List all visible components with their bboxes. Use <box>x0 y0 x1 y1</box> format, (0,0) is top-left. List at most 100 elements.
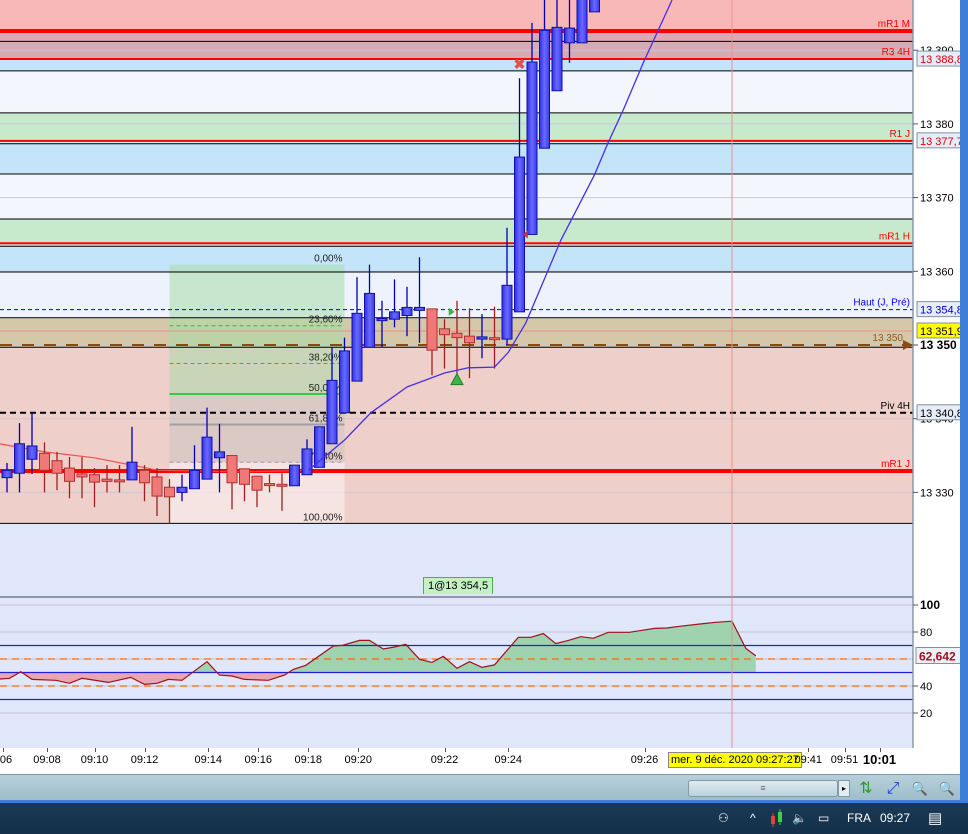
notifications-icon[interactable]: ▤ <box>928 809 942 827</box>
candle-body <box>26 445 38 460</box>
candle-body <box>389 311 400 320</box>
price-zone <box>0 112 913 143</box>
language-indicator[interactable]: FRA <box>847 811 871 825</box>
price-tick-label: 13 380 <box>920 119 954 131</box>
candle-body <box>201 436 213 480</box>
price-zone <box>0 174 913 219</box>
candle-body <box>426 308 438 351</box>
candle-body <box>501 284 513 340</box>
time-tick-label: 09:12 <box>130 754 159 766</box>
price-level-axis-label: 13 388,8 <box>920 54 960 66</box>
price-zone <box>0 70 913 113</box>
price-chart[interactable]: 0,00%23,60%38,20%50,00%61,80%76,40%100,0… <box>0 0 960 748</box>
price-tick-label: 13 350 <box>920 338 957 352</box>
crosshair-time-label: mer. 9 déc. 2020 09:27:27 <box>668 752 802 768</box>
trading-app-tray-icon[interactable] <box>770 809 784 832</box>
price-zone <box>0 218 913 245</box>
time-tick-label: 09:16 <box>244 754 273 766</box>
candle-body <box>14 443 25 474</box>
taskbar-clock[interactable]: 09:27 <box>880 811 910 825</box>
candle-body <box>326 379 338 445</box>
candle-body <box>226 455 238 484</box>
zoom-fit-button[interactable]: ⤢ <box>882 778 904 800</box>
price-level-axis-label: 13 351,9 <box>920 326 960 338</box>
fibonacci-level-label: 0,00% <box>314 254 342 265</box>
price-zone <box>0 142 913 175</box>
horizontal-scrollbar-thumb[interactable]: ≡ <box>688 780 838 797</box>
price-level-label: mR1 H <box>879 231 910 242</box>
auto-scale-button[interactable]: ⇅ <box>855 778 877 800</box>
candle-body <box>551 26 563 92</box>
fibonacci-level-label: 38,20% <box>309 352 343 363</box>
candle-body <box>1 469 13 479</box>
price-level-label: R1 J <box>889 129 910 140</box>
time-tick-label: 09:41 <box>794 754 823 766</box>
show-hidden-icons-chevron-icon[interactable]: ^ <box>750 811 756 825</box>
people-icon[interactable]: ⚇ <box>718 811 729 825</box>
price-level-axis-label: 13 340,8 <box>920 408 960 420</box>
oscillator-tick-label: 20 <box>920 708 932 720</box>
fibonacci-level-label: 100,00% <box>303 512 343 523</box>
candle-body <box>489 337 500 341</box>
candle-body <box>276 483 288 487</box>
price-level-label: R3 4H <box>882 47 910 58</box>
candle-body <box>376 317 388 322</box>
candle-body <box>176 486 188 493</box>
candle-body <box>114 479 125 483</box>
time-tick-label: 09:22 <box>430 754 459 766</box>
network-icon[interactable]: ▭ <box>818 811 829 825</box>
time-tick-mark <box>258 748 260 752</box>
time-tick-mark <box>508 748 510 752</box>
price-zone <box>0 0 913 30</box>
candle-body <box>589 0 600 13</box>
time-tick-mark <box>144 748 146 752</box>
candle-body <box>539 29 550 149</box>
zoom-out-icon: 🔍 <box>911 781 929 796</box>
trade-label[interactable]: 1@13 354,5 <box>423 577 494 594</box>
zoom-in-button[interactable]: 🔍 <box>936 778 958 800</box>
candle-body <box>576 0 588 44</box>
candle-body <box>214 451 225 459</box>
candle-body <box>401 306 413 317</box>
main-panel: 0,00%23,60%38,20%50,00%61,80%76,40%100,0… <box>0 0 913 596</box>
time-tick-label: 09:51 <box>830 754 859 766</box>
scroll-right-button[interactable]: ▸ <box>838 780 850 797</box>
time-tick-mark <box>444 748 446 752</box>
zoom-in-icon: 🔍 <box>938 781 956 796</box>
candle-body <box>139 469 150 484</box>
candle <box>289 464 300 487</box>
candle-body <box>264 483 275 487</box>
candle-body <box>101 478 113 482</box>
candle <box>576 0 588 44</box>
price-level-label: mR1 M <box>878 19 910 30</box>
candle-body <box>164 486 175 498</box>
candle-body <box>76 473 88 478</box>
time-tick-label: 09:26 <box>630 754 659 766</box>
candle-body <box>126 461 138 481</box>
volume-icon[interactable]: 🔈 <box>792 811 807 825</box>
zoom-out-button[interactable]: 🔍 <box>909 778 931 800</box>
price-level-axis-label: 13 354,8 <box>920 305 960 317</box>
candle-body <box>51 460 63 474</box>
price-level-label: mR1 J <box>881 459 910 470</box>
time-tick-mark <box>808 748 810 752</box>
time-tick-label: 09:08 <box>33 754 61 766</box>
candle-body <box>439 328 450 336</box>
price-tick-label: 13 370 <box>920 193 954 205</box>
time-tick-label: 09:18 <box>294 754 323 766</box>
candle-body <box>239 468 250 485</box>
price-zone <box>0 244 913 273</box>
oscillator-tick-label: 80 <box>920 627 932 639</box>
time-tick-label: 09:20 <box>344 754 373 766</box>
fibonacci-level-label: 23,60% <box>309 315 343 326</box>
candle-body <box>251 475 263 491</box>
time-tick-label: 09:24 <box>494 754 523 766</box>
oscillator-current-value: 62,642 <box>919 649 956 663</box>
auto-scale-icon: ⇅ <box>859 780 873 797</box>
exit-cross-icon: ✖ <box>514 56 526 72</box>
candle-body <box>476 336 488 340</box>
price-zone <box>0 32 913 60</box>
candle-body <box>451 332 463 339</box>
price-tick-label: 13 360 <box>920 266 954 278</box>
time-tick-mark <box>208 748 210 752</box>
